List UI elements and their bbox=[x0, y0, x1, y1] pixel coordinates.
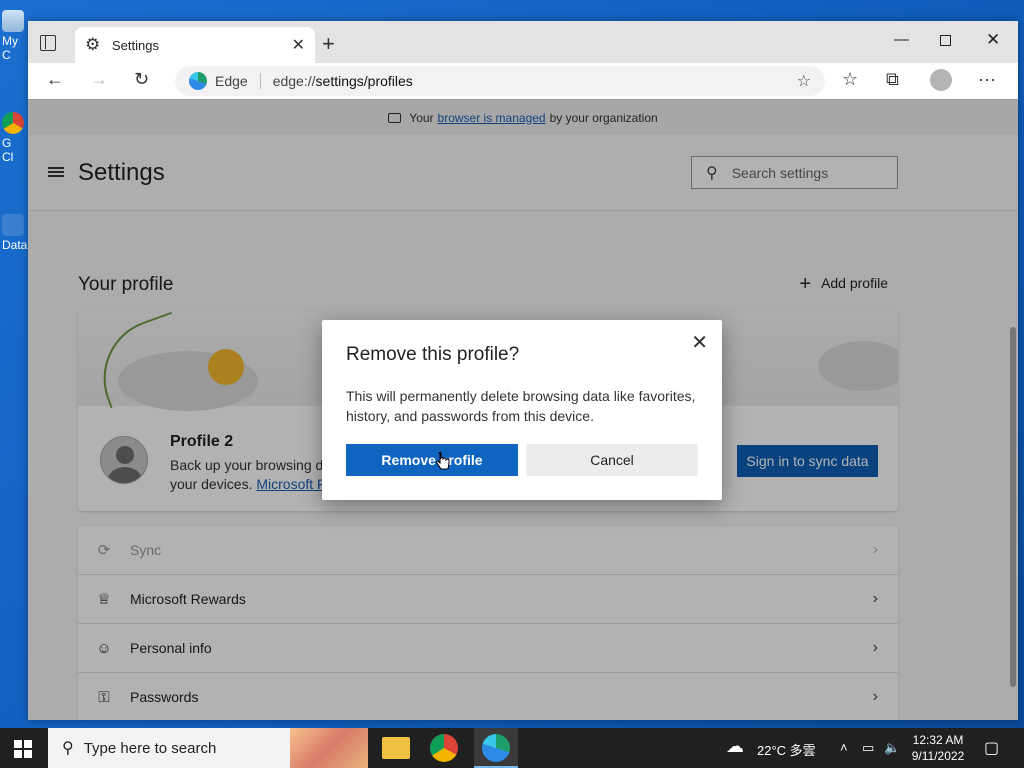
profile-avatar-icon[interactable] bbox=[930, 69, 952, 91]
toolbar: ← → ↻ Edge edge://settings/profiles ☆ ☆ … bbox=[28, 63, 1018, 99]
computer-icon bbox=[2, 10, 24, 32]
close-window-icon[interactable]: ✕ bbox=[986, 30, 1000, 50]
more-icon[interactable]: ··· bbox=[978, 69, 996, 90]
address-brand: Edge bbox=[215, 73, 261, 89]
close-tab-icon[interactable]: ✕ bbox=[292, 35, 305, 55]
favorites-icon[interactable]: ☆ bbox=[842, 69, 858, 90]
tab-title: Settings bbox=[112, 37, 159, 53]
cancel-button[interactable]: Cancel bbox=[526, 444, 698, 476]
windows-start-icon[interactable] bbox=[14, 740, 32, 758]
close-icon[interactable]: ✕ bbox=[691, 330, 708, 355]
volume-icon[interactable]: 🔈 bbox=[884, 740, 900, 756]
remove-profile-button[interactable]: Remove profile bbox=[346, 444, 518, 476]
add-favorite-icon[interactable]: ☆ bbox=[797, 71, 811, 91]
back-icon[interactable]: ← bbox=[46, 69, 64, 90]
desktop-icon-label: My C bbox=[2, 34, 18, 62]
desktop-icon-my-computer[interactable]: My C bbox=[2, 10, 28, 62]
dialog-title: Remove this profile? bbox=[346, 344, 520, 365]
taskbar-search-input[interactable]: ⚲ Type here to search bbox=[48, 728, 368, 768]
edge-logo-icon bbox=[189, 72, 207, 90]
clock-time: 12:32 AM bbox=[912, 733, 964, 747]
new-tab-icon[interactable]: + bbox=[322, 31, 335, 57]
taskbar-search-placeholder: Type here to search bbox=[83, 739, 217, 757]
cloud-weather-icon: ☁ bbox=[726, 736, 744, 756]
chevron-up-icon[interactable]: ˄ bbox=[840, 740, 848, 755]
minimize-icon[interactable]: — bbox=[894, 31, 909, 48]
browser-window: ⚙ Settings ✕ + — ✕ ← → ↻ Edge edge://set… bbox=[28, 21, 1018, 720]
hand-cursor-icon bbox=[436, 452, 450, 470]
address-url: edge://settings/profiles bbox=[272, 73, 413, 89]
shortcut-icon bbox=[2, 214, 24, 236]
chrome-icon bbox=[2, 112, 24, 134]
desktop-icon-chrome[interactable]: G Cl bbox=[2, 112, 28, 164]
clock-date: 9/11/2022 bbox=[911, 749, 965, 763]
clock[interactable]: 12:32 AM 9/11/2022 bbox=[905, 732, 971, 764]
dialog-message: This will permanently delete browsing da… bbox=[346, 388, 696, 424]
tab-actions-icon[interactable] bbox=[40, 35, 56, 51]
notification-icon[interactable]: ▢ bbox=[984, 738, 999, 758]
edge-icon[interactable] bbox=[482, 734, 510, 762]
tab-strip: ⚙ Settings ✕ + — ✕ bbox=[28, 21, 1018, 63]
maximize-icon[interactable] bbox=[940, 35, 951, 46]
network-icon[interactable]: ▭ bbox=[862, 740, 874, 756]
gear-icon: ⚙ bbox=[85, 35, 101, 54]
tab-settings[interactable]: ⚙ Settings ✕ bbox=[75, 27, 315, 63]
collections-icon[interactable]: ⧉ bbox=[886, 69, 899, 90]
forward-icon[interactable]: → bbox=[90, 69, 108, 90]
weather-text[interactable]: 22°C 多雲 bbox=[757, 740, 816, 759]
search-highlight-illustration bbox=[290, 728, 368, 768]
desktop-icon-label: Data bbox=[2, 238, 28, 252]
refresh-icon[interactable]: ↻ bbox=[134, 69, 149, 90]
address-bar[interactable]: Edge edge://settings/profiles ☆ bbox=[175, 66, 825, 96]
chrome-icon[interactable] bbox=[430, 734, 458, 762]
desktop-icon-data[interactable]: Data bbox=[2, 214, 28, 252]
remove-profile-dialog: Remove this profile? ✕ This will permane… bbox=[322, 320, 722, 500]
taskbar: ⚲ Type here to search ☁ 22°C 多雲 ˄ ▭ 🔈 12… bbox=[0, 728, 1024, 768]
desktop-icon-label: G Cl bbox=[2, 136, 14, 164]
search-icon: ⚲ bbox=[62, 740, 74, 757]
file-explorer-icon[interactable] bbox=[382, 737, 410, 759]
